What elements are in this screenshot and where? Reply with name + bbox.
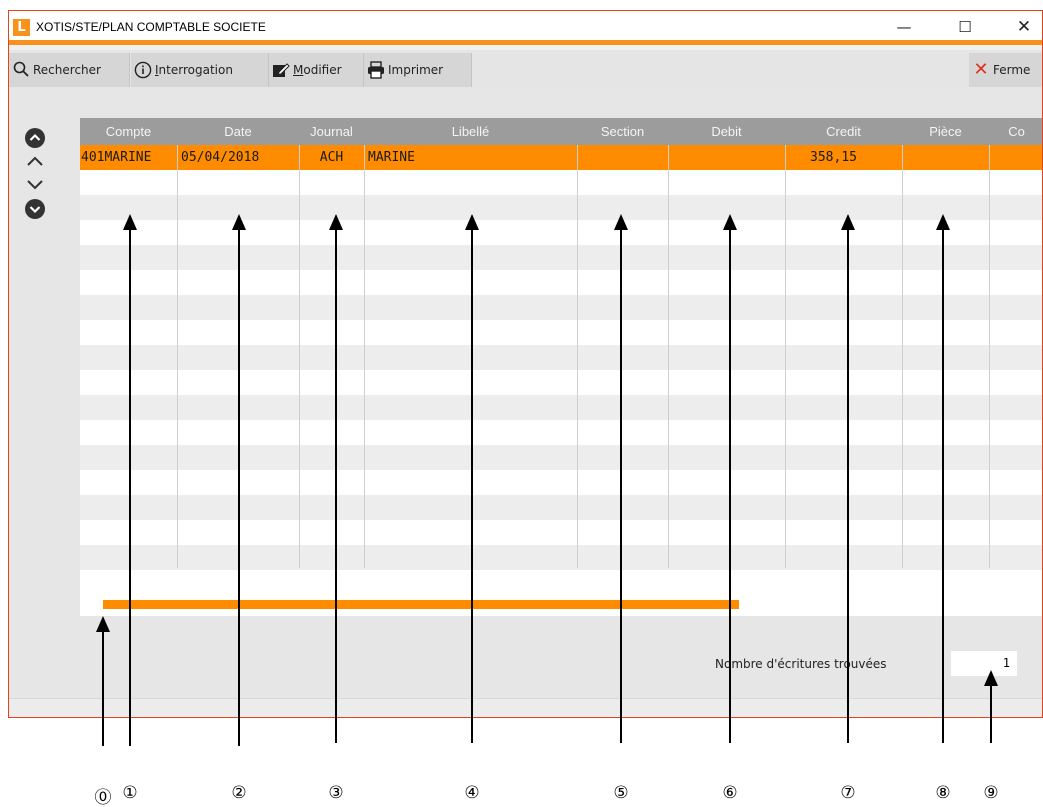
annotation-arrow-8 xyxy=(936,214,950,743)
status-bar xyxy=(9,698,1042,717)
screenshot: L XOTIS/STE/PLAN COMPTABLE SOCIETE — ☐ ✕… xyxy=(0,0,1043,807)
annotation-arrow-0 xyxy=(96,616,110,746)
column-divider xyxy=(577,145,578,568)
printer-icon xyxy=(367,61,385,79)
annotation-number-1: ① xyxy=(122,783,138,803)
table-row[interactable] xyxy=(80,545,1042,570)
annotation-arrow-4 xyxy=(465,214,479,743)
table-row[interactable] xyxy=(80,345,1042,370)
annotation-arrow-7 xyxy=(841,214,855,743)
next-record-icon[interactable] xyxy=(25,174,45,194)
rechercher-label: Rechercher xyxy=(33,63,101,77)
table-row[interactable] xyxy=(80,520,1042,545)
column-header-libelle[interactable]: Libellé xyxy=(364,118,577,145)
app-logo-icon: L xyxy=(13,19,30,36)
column-header-date[interactable]: Date xyxy=(177,118,299,145)
table-row[interactable]: 401MARINE 05/04/2018 ACH MARINE 358,15 xyxy=(80,145,1042,170)
window-title: XOTIS/STE/PLAN COMPTABLE SOCIETE xyxy=(36,20,266,34)
column-divider xyxy=(177,145,178,568)
table-row[interactable] xyxy=(80,295,1042,320)
content-area: Compte Date Journal Libellé Section Debi… xyxy=(9,88,1042,717)
annotation-arrow-2 xyxy=(232,214,246,746)
last-record-icon[interactable] xyxy=(25,199,45,219)
fermer-label: Ferme xyxy=(993,63,1031,77)
cell-piece xyxy=(902,145,989,170)
annotation-arrow-3 xyxy=(329,214,343,743)
grid-header: Compte Date Journal Libellé Section Debi… xyxy=(80,118,1042,145)
cell-section xyxy=(577,145,668,170)
table-row[interactable] xyxy=(80,445,1042,470)
entries-grid[interactable]: Compte Date Journal Libellé Section Debi… xyxy=(80,118,1042,616)
table-row[interactable] xyxy=(80,320,1042,345)
column-header-compte[interactable]: Compte xyxy=(80,118,177,145)
previous-record-icon[interactable] xyxy=(25,152,45,172)
column-header-journal[interactable]: Journal xyxy=(299,118,364,145)
cell-debit xyxy=(668,145,785,170)
annotation-arrow-6 xyxy=(723,214,737,743)
column-divider xyxy=(299,145,300,568)
annotation-arrow-1 xyxy=(123,214,137,746)
table-row[interactable] xyxy=(80,470,1042,495)
annotation-arrow-9 xyxy=(984,670,998,743)
column-header-piece[interactable]: Pièce xyxy=(902,118,989,145)
cell-credit: 358,15 xyxy=(810,150,857,165)
interrogation-label-rest: nterrogation xyxy=(158,63,233,77)
close-icon: ✕ xyxy=(973,59,989,80)
search-icon xyxy=(12,61,30,79)
rechercher-button[interactable]: Rechercher xyxy=(9,53,130,87)
table-row[interactable] xyxy=(80,220,1042,245)
fermer-button[interactable]: ✕ Ferme xyxy=(969,53,1042,87)
imprimer-label: Imprimer xyxy=(388,63,444,77)
table-row[interactable] xyxy=(80,195,1042,220)
table-row[interactable] xyxy=(80,395,1042,420)
modifier-hotkey: M xyxy=(293,63,304,77)
imprimer-button[interactable]: Imprimer xyxy=(364,53,472,87)
annotation-number-6: ⑥ xyxy=(722,783,738,803)
annotation-number-9: ⑨ xyxy=(983,783,999,803)
first-record-icon[interactable] xyxy=(25,128,45,148)
table-row[interactable] xyxy=(80,495,1042,520)
column-divider xyxy=(989,145,990,568)
column-header-credit[interactable]: Credit xyxy=(785,118,902,145)
cell-compte: 401MARINE xyxy=(81,150,152,165)
cell-date: 05/04/2018 xyxy=(181,150,260,165)
column-divider xyxy=(785,145,786,568)
column-header-co[interactable]: Co xyxy=(989,118,1042,145)
entries-count-label: Nombre d'écritures trouvées xyxy=(715,657,887,671)
annotation-number-0: ⓪ xyxy=(94,788,112,807)
interrogation-button[interactable]: Interrogation xyxy=(131,53,269,87)
interrogation-label: Interrogation xyxy=(155,63,233,77)
column-header-debit[interactable]: Debit xyxy=(668,118,785,145)
annotation-number-7: ⑦ xyxy=(840,783,856,803)
modifier-label: Modifier xyxy=(293,63,342,77)
close-window-button[interactable]: ✕ xyxy=(1009,15,1039,39)
annotation-arrow-5 xyxy=(614,214,628,743)
column-divider xyxy=(902,145,903,568)
modifier-label-rest: odifier xyxy=(303,63,342,77)
edit-icon xyxy=(272,61,290,79)
cell-journal: ACH xyxy=(319,150,344,165)
horizontal-scrollbar[interactable] xyxy=(103,600,739,609)
table-row[interactable] xyxy=(80,170,1042,195)
column-divider xyxy=(364,145,365,568)
table-row[interactable] xyxy=(80,370,1042,395)
title-bar: L XOTIS/STE/PLAN COMPTABLE SOCIETE — ☐ ✕ xyxy=(9,11,1042,45)
toolbar: Rechercher Interrogation Modifier Imprim… xyxy=(9,50,1042,88)
annotation-number-5: ⑤ xyxy=(613,783,629,803)
app-window: L XOTIS/STE/PLAN COMPTABLE SOCIETE — ☐ ✕… xyxy=(8,10,1043,718)
cell-libelle: MARINE xyxy=(368,150,415,165)
column-divider xyxy=(668,145,669,568)
modifier-button[interactable]: Modifier xyxy=(269,53,364,87)
column-header-section[interactable]: Section xyxy=(577,118,668,145)
table-row[interactable] xyxy=(80,245,1042,270)
info-icon xyxy=(134,61,152,79)
annotation-number-2: ② xyxy=(231,783,247,803)
table-row[interactable] xyxy=(80,420,1042,445)
minimize-button[interactable]: — xyxy=(889,15,919,39)
maximize-button[interactable]: ☐ xyxy=(950,15,980,39)
table-row[interactable] xyxy=(80,270,1042,295)
annotation-number-3: ③ xyxy=(328,783,344,803)
annotation-number-8: ⑧ xyxy=(935,783,951,803)
annotation-number-4: ④ xyxy=(464,783,480,803)
